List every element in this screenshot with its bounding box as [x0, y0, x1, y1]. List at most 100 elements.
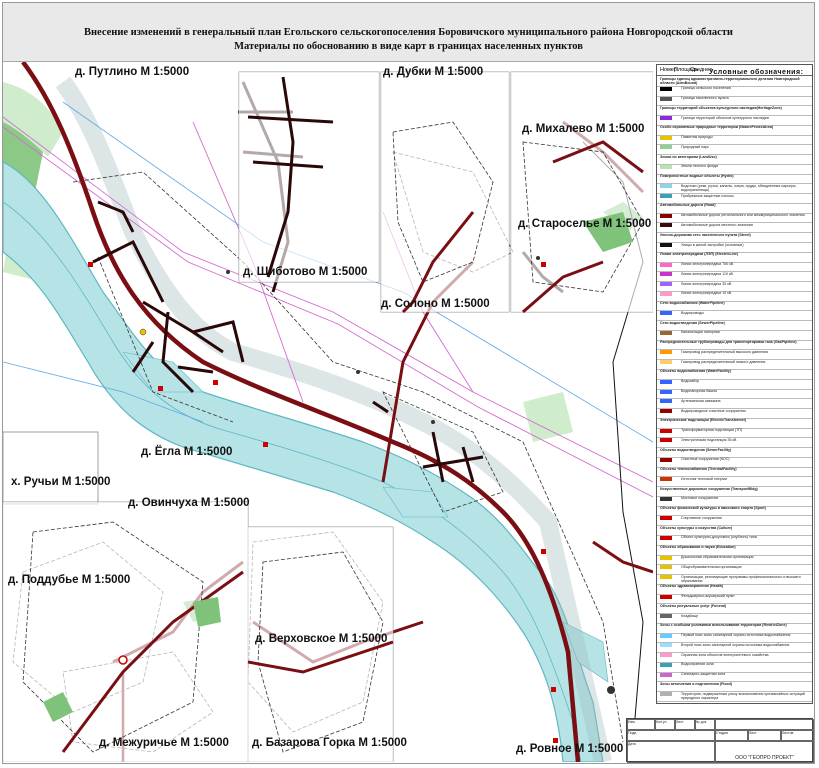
- legend-text: Фельдшерско-акушерский пункт: [681, 594, 735, 599]
- legend-symbol: [660, 594, 672, 599]
- legend-symbol: [660, 672, 672, 677]
- legend-text: Водопроводные очистные сооружения: [681, 408, 746, 413]
- label-solono: д. Солоно М 1:5000: [381, 298, 490, 310]
- legend-symbol: [660, 428, 672, 433]
- legend-text: Граница населенного пункта: [681, 96, 729, 101]
- legend-text: Границы единиц административно-территори…: [660, 76, 800, 85]
- legend-text: Водоохранная зона: [681, 662, 714, 667]
- legend-text: Граница территорий объектов культурного …: [681, 115, 769, 120]
- legend-text: Артезианская скважина: [681, 398, 721, 403]
- legend-text: Линии электропередачи 110 кВ: [681, 271, 733, 276]
- legend-text: Сети водоснабжения (WaterPipeline): [660, 301, 725, 306]
- legend-symbol: [660, 535, 672, 540]
- legend-symbol: [660, 389, 672, 394]
- legend-symbol: [660, 272, 672, 277]
- legend-text: Памятник природы: [681, 135, 713, 140]
- legend-symbol: [660, 457, 672, 462]
- legend-text: Второй пояс зоны санитарной охраны источ…: [681, 642, 790, 647]
- legend-text: Первый пояс зоны санитарной охраны источ…: [681, 633, 791, 638]
- legend-text: Организации, реализующие программы профе…: [681, 574, 801, 583]
- legend-text: Кладбище: [681, 613, 699, 618]
- label-bazarova: д. Базарова Горка М 1:5000: [252, 737, 407, 749]
- page-title: Внесение изменений в генеральный план Ег…: [84, 27, 733, 38]
- stamp-org: ООО "ГЕОПРО ПРОЕКТ": [715, 741, 814, 763]
- legend-text: Спортивное сооружение: [681, 515, 723, 520]
- legend-symbol: [660, 653, 672, 658]
- legend-text: Объекты водоснабжения (WaterFacility): [660, 369, 731, 374]
- legend-text: Улицы в жилой застройке (основные): [681, 242, 744, 247]
- legend-text: Автомобильные дороги регионального или м…: [681, 213, 805, 218]
- map-canvas[interactable]: [2, 60, 654, 765]
- legend-symbol: [660, 164, 672, 169]
- label-rovnoe: д. Ровное М 1:5000: [516, 743, 624, 755]
- legend-text: Объекты водоотведения (SewerFacility): [660, 447, 732, 452]
- legend-text: Водопроводы: [681, 310, 704, 315]
- legend-symbol: [660, 496, 672, 501]
- legend-symbol: [660, 662, 672, 667]
- legend-text: Объекты ритуальных услуг (Funeral): [660, 603, 727, 608]
- legend-text: Охранная зона объектов электросетевого х…: [681, 652, 769, 657]
- legend-symbol: [660, 555, 672, 560]
- legend-text: Общеобразовательная организация: [681, 564, 742, 569]
- legend-text: Дошкольная образовательная организация: [681, 555, 754, 560]
- legend-title: Условные обозначения:: [709, 69, 804, 76]
- legend: Номер Площадь Среднее Условные обозначен…: [656, 64, 813, 704]
- legend-symbol: [660, 311, 672, 316]
- legend-text: Мостовое сооружение: [681, 496, 719, 501]
- stamp-cell: Лист: [748, 730, 781, 741]
- legend-text: Трансформаторная подстанция (ТП): [681, 428, 743, 433]
- label-staroselye: д. Староселье М 1:5000: [518, 218, 652, 230]
- legend-symbol: [660, 262, 672, 267]
- legend-symbol: [660, 282, 672, 287]
- legend-symbol: [660, 96, 672, 101]
- stamp-cell: Лист: [675, 719, 695, 730]
- legend-symbol: [660, 399, 672, 404]
- legend-text: Искусственные дорожные сооружения (Trans…: [660, 486, 758, 491]
- legend-text: Автомобильные дороги местного значения: [681, 222, 753, 227]
- legend-text: Очистные сооружения (КОС): [681, 457, 730, 462]
- legend-text: Водотоки (реки, ручьи, каналы, озера, пр…: [681, 183, 797, 192]
- legend-text: Источник тепловой энергии: [681, 476, 728, 481]
- legend-text: Объект культурно-досугового (клубного) т…: [681, 535, 757, 540]
- legend-symbol: [660, 575, 672, 580]
- legend-symbol: [660, 360, 672, 365]
- label-shibotovo: д. Шиботово М 1:5000: [243, 266, 368, 278]
- legend-symbol: [660, 633, 672, 638]
- title-stamp: Изм. Кол.уч Лист № док Подп. Стадия Лист…: [626, 718, 814, 763]
- legend-text: Природный парк: [681, 144, 709, 149]
- legend-text: Поверхностные водные объекты (Hydro): [660, 174, 734, 179]
- stamp-cell: [715, 719, 814, 730]
- legend-symbol: [660, 330, 672, 335]
- legend-symbol: [660, 223, 672, 228]
- legend-text: Линии электропередачи 750 кВ: [681, 262, 734, 267]
- legend-text: Канализация напорная: [681, 330, 720, 335]
- legend-symbol: [660, 643, 672, 648]
- label-egla: д. Ёгла М 1:5000: [141, 446, 233, 458]
- legend-text: Объекты здравоохранения (Health): [660, 584, 724, 589]
- stamp-cell: Дата: [627, 741, 715, 763]
- legend-symbol: [660, 379, 672, 384]
- legend-text: Улично-дорожная сеть населенного пункта …: [660, 232, 751, 237]
- stamp-cell: Кол.уч: [655, 719, 675, 730]
- legend-text: Линии электропередачи 35 кВ: [681, 281, 732, 286]
- legend-row: Территории, подверженные риску возникнов…: [657, 691, 812, 702]
- label-mikhalevo: д. Михалево М 1:5000: [522, 123, 645, 135]
- legend-symbol: [660, 291, 672, 296]
- legend-text: Объекты физической культуры и массового …: [660, 506, 766, 511]
- map-area[interactable]: д. Путлино М 1:5000 д. Дубки М 1:5000 д.…: [2, 60, 654, 765]
- legend-symbol: [660, 614, 672, 619]
- legend-text: Граница сельского поселения: [681, 86, 731, 91]
- legend-text: Земли по категориям (LandUse): [660, 154, 717, 159]
- label-poddubye: д. Поддубье М 1:5000: [8, 574, 131, 586]
- legend-symbol: [660, 135, 672, 140]
- legend-symbol: [660, 145, 672, 150]
- legend-text: Зоны затопления и подтопления (Flood): [660, 681, 732, 686]
- legend-text: Объекты образования и науки (Education): [660, 545, 736, 550]
- label-putilino: д. Путлино М 1:5000: [75, 66, 190, 78]
- label-mezhurichye: д. Межуричье М 1:5000: [99, 737, 229, 749]
- label-dubki: д. Дубки М 1:5000: [383, 66, 484, 78]
- legend-text: Линии электропередачи (ЛЭП) (ElectricLin…: [660, 252, 739, 257]
- legend-text: Земли лесного фонда: [681, 164, 718, 169]
- legend-text: Особо охраняемые природные территории (N…: [660, 125, 774, 130]
- legend-text: Водозабор: [681, 379, 700, 384]
